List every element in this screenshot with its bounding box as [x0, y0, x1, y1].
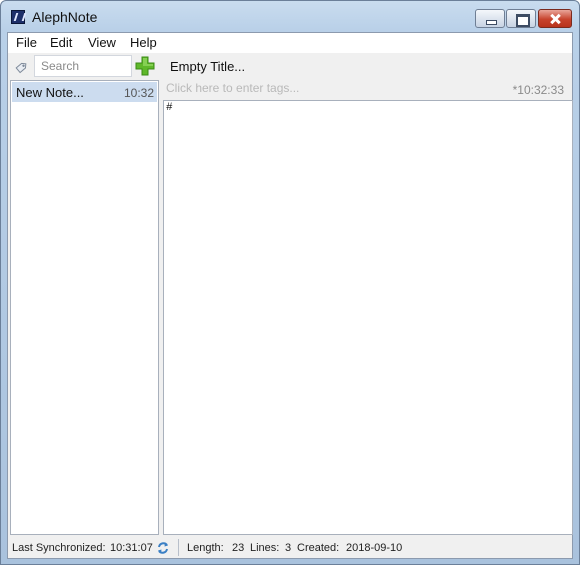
editor-content[interactable]: #: [166, 102, 173, 114]
tag-filter-icon[interactable]: [14, 59, 30, 75]
menu-view[interactable]: View: [86, 35, 118, 50]
note-list-item[interactable]: New Note... 10:32: [12, 82, 157, 102]
lines-label: Lines:: [250, 542, 280, 554]
created-value: 2018-09-10: [346, 542, 403, 554]
note-item-title: New Note...: [16, 85, 84, 100]
modified-time: *10:32:33: [512, 83, 564, 97]
lines-value: 3: [285, 542, 292, 554]
maximize-button[interactable]: [506, 9, 536, 28]
menu-edit[interactable]: Edit: [48, 35, 74, 50]
last-sync-label: Last Synchronized:: [12, 542, 106, 554]
tags-input[interactable]: Click here to enter tags...: [166, 81, 496, 99]
minimize-button[interactable]: [475, 9, 505, 28]
length-value: 23: [232, 542, 245, 554]
sync-icon[interactable]: [156, 541, 170, 555]
note-item-time: 10:32: [123, 86, 154, 100]
status-separator: [178, 539, 179, 556]
note-editor[interactable]: #: [163, 100, 573, 535]
menu-bar: File Edit View Help: [8, 33, 572, 53]
window-title: AlephNote: [32, 9, 98, 25]
alephnote-logo-icon: [11, 10, 25, 24]
status-bar: Last Synchronized: 10:31:07 Length: 23 L…: [8, 537, 572, 558]
app-window: AlephNote File Edit View Help New Note..…: [0, 0, 580, 565]
last-sync-value: 10:31:07: [110, 542, 153, 554]
created-label: Created:: [297, 542, 340, 554]
title-bar[interactable]: AlephNote: [1, 1, 579, 32]
note-list[interactable]: New Note... 10:32: [10, 80, 159, 535]
menu-file[interactable]: File: [14, 35, 39, 50]
note-title-field[interactable]: Empty Title...: [165, 55, 570, 77]
length-label: Length:: [187, 542, 224, 554]
add-note-icon[interactable]: [135, 56, 155, 76]
client-area: File Edit View Help New Note... 10:32 Em…: [7, 32, 573, 559]
close-button[interactable]: [538, 9, 572, 28]
search-input[interactable]: [34, 55, 132, 77]
menu-help[interactable]: Help: [128, 35, 159, 50]
